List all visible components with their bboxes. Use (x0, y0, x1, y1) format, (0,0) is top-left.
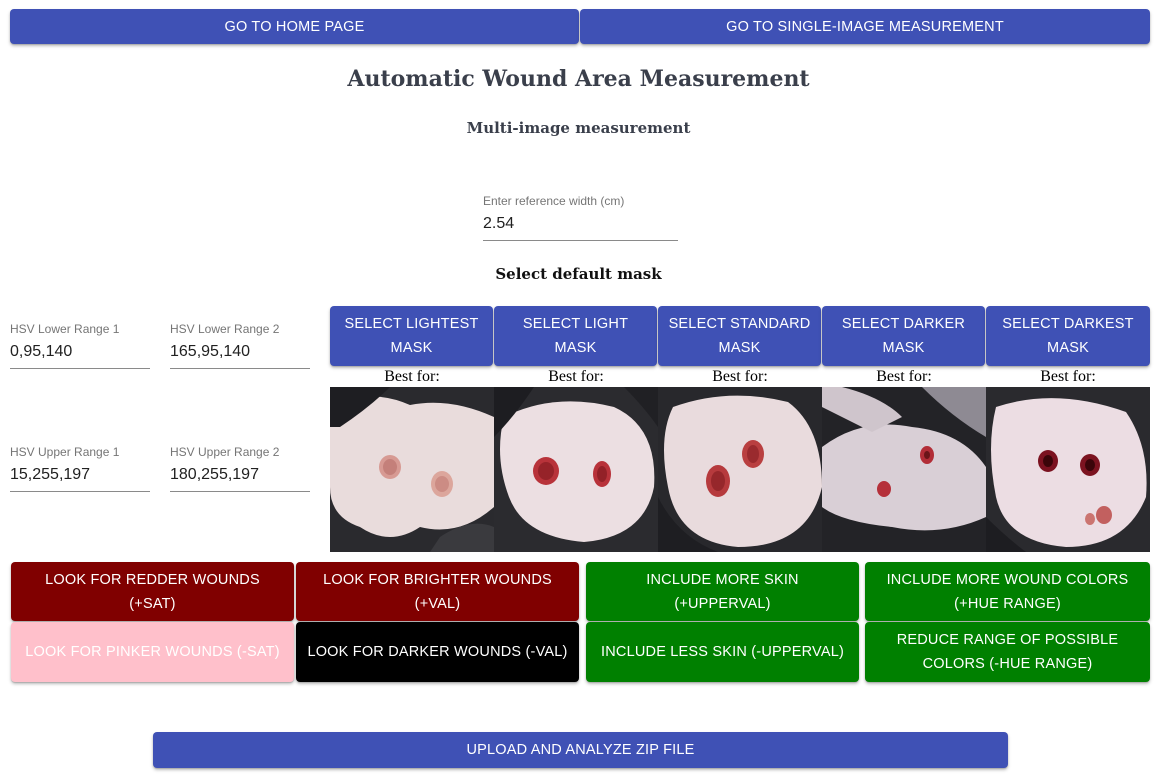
select-lightest-mask-button[interactable]: SELECT LIGHTEST MASK (330, 306, 493, 366)
include-less-skin-button[interactable]: INCLUDE LESS SKIN (-UPPERVAL) (586, 622, 859, 682)
best-for-label: Best for: (384, 368, 440, 385)
hsv-upper-2-input[interactable] (170, 460, 310, 492)
mask-section-label: Select default mask (495, 265, 662, 283)
reference-width-label: Enter reference width (cm) (483, 194, 625, 208)
darkest-mask-sample-image (986, 387, 1150, 552)
best-for-label: Best for: (876, 368, 932, 385)
best-for-label: Best for: (712, 368, 768, 385)
darker-mask-sample-image (822, 387, 986, 552)
upload-zip-button[interactable]: UPLOAD AND ANALYZE ZIP FILE (153, 732, 1008, 768)
hsv-lower-2-field: HSV Lower Range 2 (170, 321, 310, 369)
pinker-wounds-button[interactable]: LOOK FOR PINKER WOUNDS (-SAT) (11, 622, 294, 682)
more-wound-colors-button[interactable]: INCLUDE MORE WOUND COLORS (+HUE RANGE) (865, 562, 1150, 621)
best-for-label: Best for: (548, 368, 604, 385)
hsv-lower-2-input[interactable] (170, 337, 310, 369)
include-more-skin-button[interactable]: INCLUDE MORE SKIN (+UPPERVAL) (586, 562, 859, 621)
select-standard-mask-button[interactable]: SELECT STANDARD MASK (658, 306, 821, 366)
select-darker-mask-button[interactable]: SELECT DARKER MASK (822, 306, 985, 366)
redder-wounds-button[interactable]: LOOK FOR REDDER WOUNDS (+SAT) (11, 562, 294, 621)
darker-wounds-button[interactable]: LOOK FOR DARKER WOUNDS (-VAL) (296, 622, 579, 682)
reference-width-input[interactable] (483, 209, 678, 241)
hsv-upper-1-field: HSV Upper Range 1 (10, 444, 150, 492)
select-darkest-mask-button[interactable]: SELECT DARKEST MASK (986, 306, 1150, 366)
page-title: Automatic Wound Area Measurement (347, 66, 810, 92)
hsv-lower-1-field: HSV Lower Range 1 (10, 321, 150, 369)
hsv-upper-2-field: HSV Upper Range 2 (170, 444, 310, 492)
brighter-wounds-button[interactable]: LOOK FOR BRIGHTER WOUNDS (+VAL) (296, 562, 579, 621)
hsv-upper-2-label: HSV Upper Range 2 (170, 445, 280, 459)
hsv-lower-1-label: HSV Lower Range 1 (10, 322, 120, 336)
light-mask-sample-image (494, 387, 658, 552)
reference-width-field: Enter reference width (cm) (483, 193, 678, 241)
page-subtitle: Multi-image measurement (466, 119, 691, 137)
lightest-mask-sample-image (330, 387, 494, 552)
select-light-mask-button[interactable]: SELECT LIGHT MASK (494, 306, 657, 366)
reduce-colors-button[interactable]: REDUCE RANGE OF POSSIBLE COLORS (-HUE RA… (865, 622, 1150, 682)
hsv-upper-1-label: HSV Upper Range 1 (10, 445, 120, 459)
hsv-lower-2-label: HSV Lower Range 2 (170, 322, 280, 336)
standard-mask-sample-image (658, 387, 822, 552)
go-home-button[interactable]: GO TO HOME PAGE (10, 9, 579, 44)
go-single-image-button[interactable]: GO TO SINGLE-IMAGE MEASUREMENT (580, 9, 1150, 44)
hsv-upper-1-input[interactable] (10, 460, 150, 492)
best-for-label: Best for: (1040, 368, 1096, 385)
hsv-lower-1-input[interactable] (10, 337, 150, 369)
